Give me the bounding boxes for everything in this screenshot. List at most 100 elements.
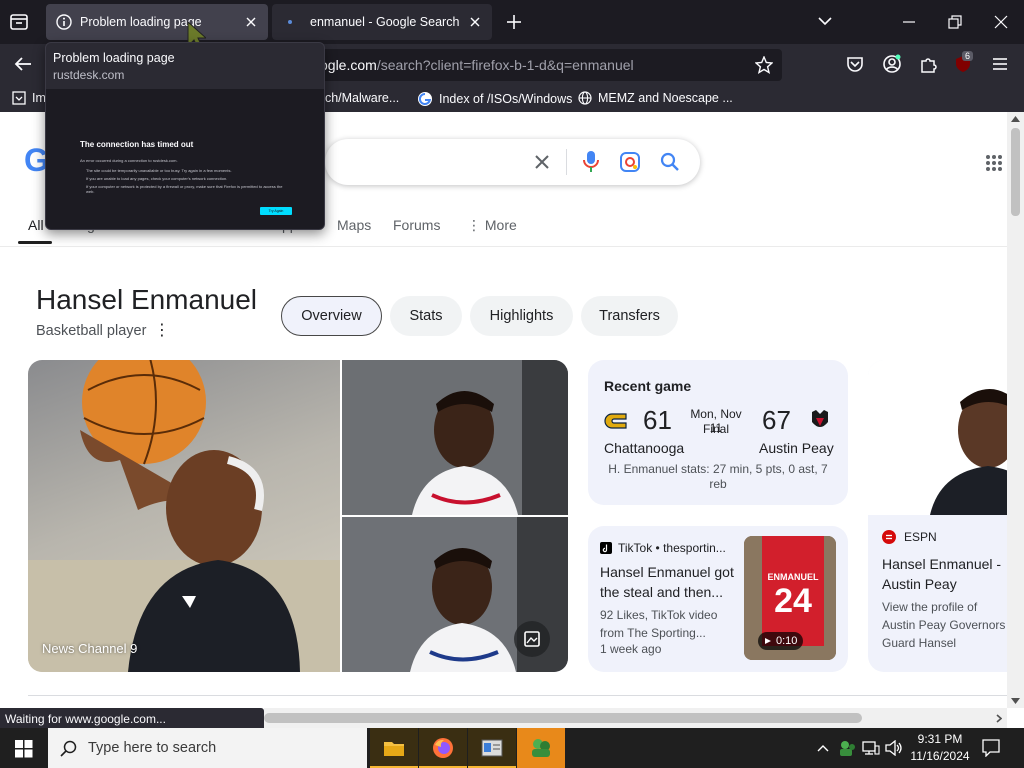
url-bar[interactable]: ogle.com/search?client=firefox-b-1-d&q=e… bbox=[290, 49, 782, 81]
ublock-extension-button[interactable]: 6 bbox=[954, 51, 976, 75]
voice-search-icon[interactable] bbox=[582, 150, 600, 174]
close-tab-icon[interactable] bbox=[468, 15, 482, 29]
scroll-up-icon[interactable] bbox=[1011, 116, 1020, 122]
active-tab-indicator bbox=[18, 241, 52, 244]
people-app-icon bbox=[532, 739, 550, 757]
taskbar-search-box[interactable]: Type here to search bbox=[48, 728, 367, 768]
recent-game-card[interactable]: Recent game 61 Mon, Nov 11 Final 67 Chat… bbox=[588, 360, 848, 505]
volume-icon[interactable] bbox=[885, 740, 903, 756]
tiktok-age: 1 week ago bbox=[600, 642, 662, 656]
status-bar: Waiting for www.google.com... bbox=[0, 708, 264, 728]
bookmark-star-icon[interactable] bbox=[755, 56, 773, 74]
jersey-number-text: 24 bbox=[774, 582, 812, 620]
tray-app-icon[interactable] bbox=[838, 739, 856, 757]
tiktok-card[interactable]: TikTok • thesportin... Hansel Enmanuel g… bbox=[588, 526, 848, 672]
espn-title[interactable]: Hansel Enmanuel - Austin Peay Governors … bbox=[882, 554, 1007, 594]
player-portrait-image bbox=[412, 360, 568, 515]
jersey-name-text: ENMANUEL bbox=[767, 572, 819, 582]
clock-time[interactable]: 9:31 PM bbox=[904, 732, 976, 746]
lens-search-icon[interactable] bbox=[620, 152, 640, 172]
tab-google-search[interactable]: enmanuel - Google Search bbox=[272, 4, 492, 40]
entity-subtitle: Basketball player bbox=[36, 323, 147, 339]
vertical-scrollbar[interactable] bbox=[1007, 112, 1024, 708]
notifications-icon[interactable] bbox=[982, 739, 1000, 757]
tab-title: Problem loading page bbox=[80, 15, 202, 29]
espn-card[interactable]: ESPN Hansel Enmanuel - Austin Peay Gover… bbox=[868, 360, 1007, 672]
team1-score: 61 bbox=[643, 405, 672, 435]
hamburger-menu-icon[interactable] bbox=[992, 57, 1008, 71]
status-text: Waiting for www.google.com... bbox=[5, 712, 166, 726]
vertical-scroll-thumb[interactable] bbox=[1011, 128, 1020, 216]
bookmark-memz[interactable]: MEMZ and Noescape ... bbox=[578, 91, 733, 105]
google-apps-icon[interactable] bbox=[985, 154, 1003, 172]
player-photo-main[interactable]: News Channel 9 bbox=[28, 360, 340, 672]
search-icon[interactable] bbox=[660, 152, 680, 172]
extensions-puzzle-icon[interactable] bbox=[919, 55, 937, 73]
try-again-button: Try Again bbox=[260, 207, 292, 215]
clock-date[interactable]: 11/16/2024 bbox=[904, 749, 976, 763]
tab-problem-loading[interactable]: Problem loading page bbox=[46, 4, 268, 40]
import-icon bbox=[12, 91, 26, 105]
bookmark-label: Im bbox=[32, 91, 46, 105]
image-source-label: News Channel 9 bbox=[42, 641, 138, 656]
tiktok-thumbnail[interactable]: ENMANUEL 24 0:10 bbox=[744, 536, 836, 660]
list-all-tabs-icon[interactable] bbox=[818, 16, 832, 26]
pill-highlights[interactable]: Highlights bbox=[470, 296, 573, 336]
bookmark-label: nch/Malware... bbox=[318, 91, 400, 105]
restore-icon[interactable] bbox=[948, 15, 962, 29]
player-game-stats: H. Enmanuel stats: 27 min, 5 pts, 0 ast,… bbox=[608, 462, 828, 491]
entity-options-icon[interactable]: ⋮ bbox=[154, 320, 170, 340]
network-icon[interactable] bbox=[862, 740, 880, 756]
error-heading: The connection has timed out bbox=[80, 140, 194, 149]
more-label: More bbox=[484, 217, 517, 233]
bookmark-import[interactable]: Im bbox=[12, 91, 46, 105]
taskbar-people-app[interactable] bbox=[517, 728, 565, 768]
scroll-right-icon[interactable] bbox=[996, 714, 1002, 723]
tab-maps[interactable]: Maps bbox=[337, 217, 371, 233]
game-status: Final bbox=[702, 422, 729, 436]
firefox-view-button[interactable] bbox=[8, 12, 30, 32]
pill-stats[interactable]: Stats bbox=[390, 296, 462, 336]
tab-all[interactable]: All bbox=[28, 217, 44, 233]
clear-search-icon[interactable] bbox=[534, 154, 550, 170]
google-favicon-icon bbox=[418, 92, 432, 106]
show-hidden-icons-icon[interactable] bbox=[817, 744, 829, 752]
bookmark-malware[interactable]: nch/Malware... bbox=[318, 91, 399, 105]
close-window-icon[interactable] bbox=[994, 15, 1008, 29]
pocket-icon[interactable] bbox=[846, 55, 864, 73]
chattanooga-logo-icon bbox=[604, 413, 627, 429]
windows-start-icon[interactable] bbox=[15, 740, 33, 758]
minimize-icon[interactable] bbox=[902, 20, 916, 24]
scroll-down-icon[interactable] bbox=[1011, 698, 1020, 704]
taskbar-app-window[interactable] bbox=[468, 728, 516, 768]
tab-more[interactable]: ⋮ More bbox=[467, 217, 517, 234]
url-path: /search?client=firefox-b-1-d&q=enmanuel bbox=[376, 57, 634, 73]
taskbar-firefox[interactable] bbox=[419, 728, 467, 768]
pill-transfers[interactable]: Transfers bbox=[581, 296, 678, 336]
image-gallery-icon bbox=[524, 631, 540, 647]
error-description: An error occurred during a connection to… bbox=[80, 158, 178, 163]
close-tab-icon[interactable] bbox=[244, 15, 258, 29]
taskbar-file-explorer[interactable] bbox=[370, 728, 418, 768]
espn-player-photo[interactable] bbox=[868, 360, 1007, 515]
globe-icon bbox=[578, 91, 592, 105]
account-icon[interactable] bbox=[882, 54, 902, 74]
tiktok-title[interactable]: Hansel Enmanuel got the steal and then..… bbox=[600, 562, 738, 602]
view-images-button[interactable] bbox=[514, 621, 550, 657]
new-tab-icon[interactable] bbox=[506, 14, 522, 30]
app-window-icon bbox=[481, 739, 503, 757]
horizontal-scrollbar[interactable] bbox=[264, 708, 1007, 728]
player-photo-bottom[interactable] bbox=[342, 517, 568, 672]
search-box[interactable] bbox=[325, 139, 700, 185]
pill-overview[interactable]: Overview bbox=[281, 296, 382, 336]
horizontal-scroll-thumb[interactable] bbox=[264, 713, 862, 723]
bookmark-isos[interactable]: Index of /ISOs/Windows bbox=[417, 91, 572, 107]
image-collage[interactable]: News Channel 9 bbox=[28, 360, 568, 672]
preview-host: rustdesk.com bbox=[53, 68, 125, 82]
espn-source-icon bbox=[882, 530, 896, 544]
file-explorer-icon bbox=[384, 742, 404, 756]
tab-forums[interactable]: Forums bbox=[393, 217, 440, 233]
back-arrow-icon[interactable] bbox=[14, 56, 32, 72]
player-photo-top[interactable] bbox=[342, 360, 568, 515]
duration-text: 0:10 bbox=[776, 635, 798, 647]
